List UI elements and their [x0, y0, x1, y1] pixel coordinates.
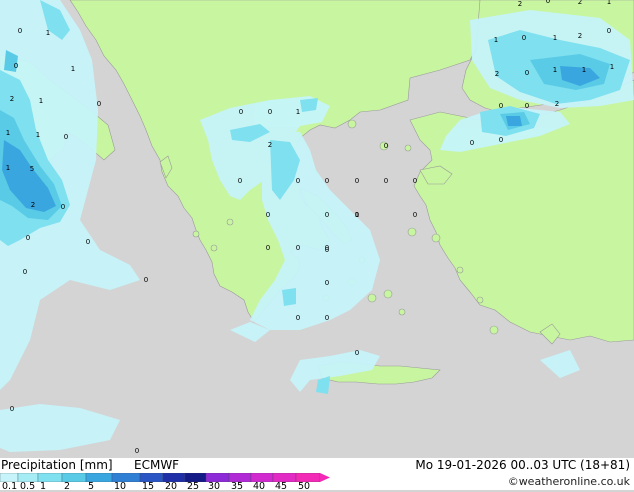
precip-value-label: 0 [296, 314, 300, 322]
precip-value-label: 2 [10, 95, 14, 103]
precip-value-label: 2 [578, 0, 582, 6]
precip-value-label: 0 [10, 405, 14, 413]
precip-value-label: 0 [607, 27, 611, 35]
credit-link[interactable]: ©weatheronline.co.uk [508, 475, 630, 488]
precip-value-label: 1 [296, 108, 300, 116]
precip-value-label: 0 [325, 177, 329, 185]
precip-value-label: 0 [14, 62, 18, 70]
legend-title: Precipitation [mm] [1, 458, 113, 472]
precip-value-label: 2 [518, 0, 522, 8]
precip-value-label: 0 [384, 142, 388, 150]
precip-value-label: 0 [296, 244, 300, 252]
precip-value-label: 0 [525, 102, 529, 110]
precip-value-label: 1 [71, 65, 75, 73]
precip-value-label: 0 [413, 211, 417, 219]
precip-value-label: 0 [266, 211, 270, 219]
precip-value-label: 0 [296, 177, 300, 185]
precip-value-label: 0 [266, 244, 270, 252]
precip-value-label: 1 [39, 97, 43, 105]
precip-value-label: 0 [525, 69, 529, 77]
precip-value-label: 5 [30, 165, 34, 173]
precip-value-label: 1 [494, 36, 498, 44]
precip-value-label: 1 [607, 0, 611, 6]
precip-value-label: 0 [23, 268, 27, 276]
precip-value-label: 1 [6, 129, 10, 137]
precip-value-label: 0 [325, 211, 329, 219]
model-name: ECMWF [134, 458, 180, 472]
colorbar-arrow [320, 473, 330, 482]
precip-value-label: 0 [144, 276, 148, 284]
precip-value-label: 1 [6, 164, 10, 172]
map-canvas: 0 1 1 0 2 1 0 0 2 1 1 0 1 5 0 0 0 0 0 0 0 0 1 0 0 0 0 0 1 0 0 0 0 0 0 0 0 0 0 0… [0, 0, 634, 458]
precipitation-map: 0 1 1 0 2 1 0 0 2 1 1 0 1 5 0 0 0 0 0 0 0 0 1 0 0 0 0 0 1 0 0 0 0 0 0 0 0 0 0 0… [0, 0, 634, 458]
precip-value-label: 1 [36, 131, 40, 139]
precip-value-label: 0 [325, 314, 329, 322]
precip-value-label: 2 [555, 100, 559, 108]
precip-value-label: 0 [355, 211, 359, 219]
precip-value-label: 0 [238, 177, 242, 185]
precip-value-label: 0 [413, 177, 417, 185]
precip-value-label: 1 [610, 63, 614, 71]
precip-value-label: 1 [553, 66, 557, 74]
map-footer: Precipitation [mm] ECMWF Mo 19-01-2026 0… [0, 458, 634, 491]
precip-value-label: 2 [578, 32, 582, 40]
precip-value-label: 1 [553, 34, 557, 42]
precip-value-label: 0 [325, 279, 329, 287]
precip-value-label: 0 [18, 27, 22, 35]
precip-value-label: 0 [499, 102, 503, 110]
precip-value-label: 0 [522, 34, 526, 42]
precip-value-label: 0 [546, 0, 550, 5]
precip-value-label: 0 [384, 177, 388, 185]
precip-value-label: 0 [26, 234, 30, 242]
precip-value-label: 0 [64, 133, 68, 141]
valid-time: Mo 19-01-2026 00..03 UTC (18+81) [415, 458, 630, 472]
precip-value-label: 0 [61, 203, 65, 211]
precip-value-label: 1 [46, 29, 50, 37]
precip-value-label: 0 [355, 177, 359, 185]
precip-value-label: 1 [582, 66, 586, 74]
precip-value-label: 0 [239, 108, 243, 116]
precip-value-label: 0 [355, 349, 359, 357]
precip-value-label: 0 [499, 136, 503, 144]
precip-value-label: 2 [268, 141, 272, 149]
precip-value-label: 0 [86, 238, 90, 246]
precip-value-label: 2 [495, 70, 499, 78]
precip-value-label: 0 [470, 139, 474, 147]
precip-value-label: 0 [325, 246, 329, 254]
precip-value-label: 0 [135, 447, 139, 455]
precip-value-label: 2 [31, 201, 35, 209]
precip-value-label: 0 [268, 108, 272, 116]
precip-value-label: 0 [97, 100, 101, 108]
